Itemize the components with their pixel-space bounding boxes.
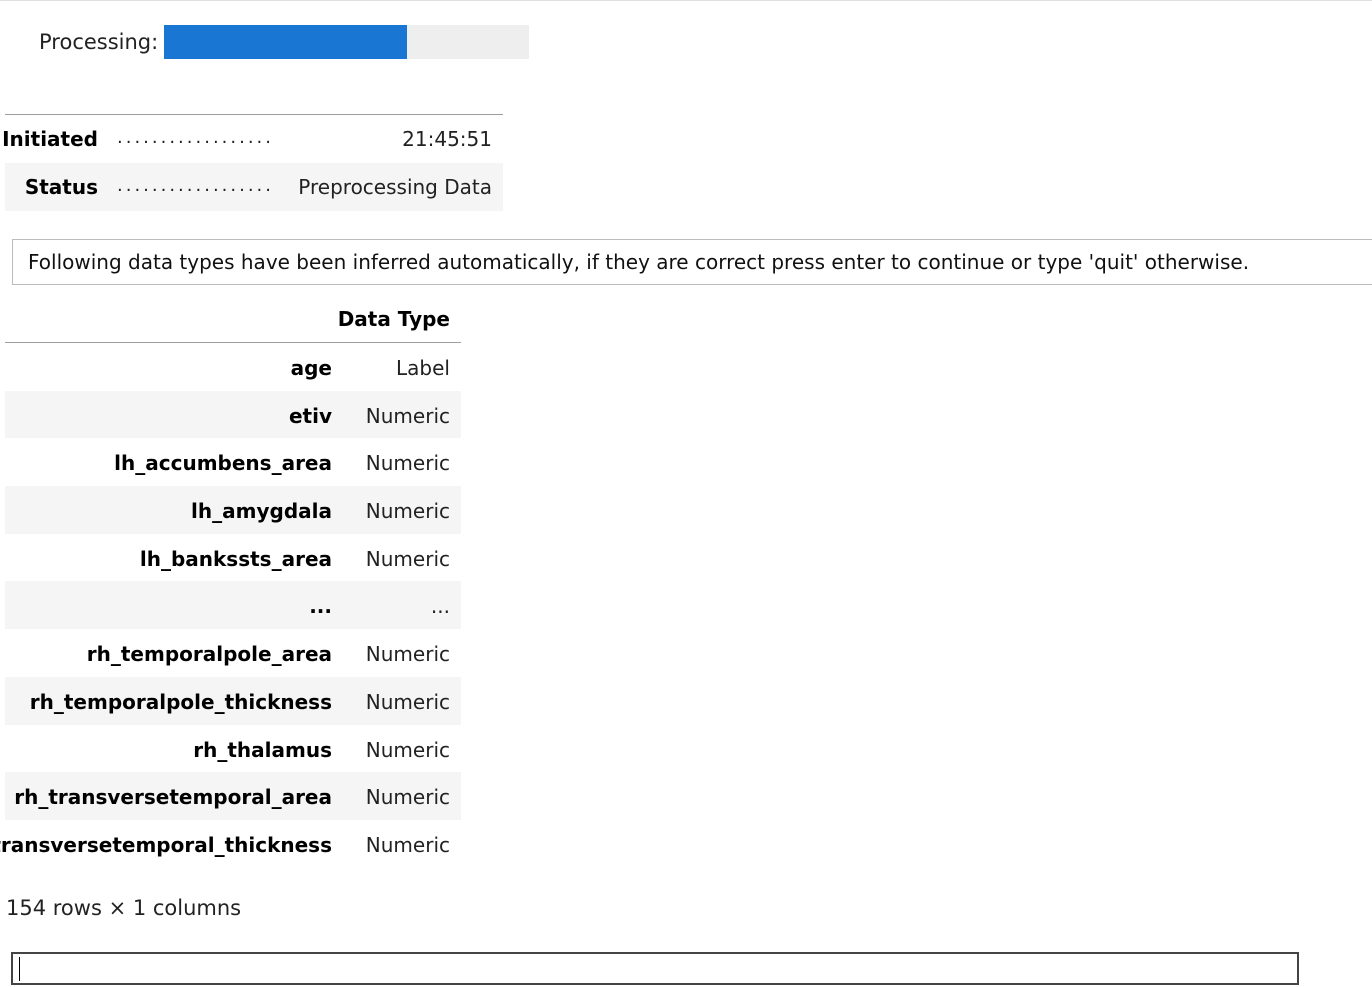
progress-bar [164, 25, 529, 59]
table-row: lh_bankssts_area Numeric [5, 534, 461, 582]
data-type-cell: Numeric [365, 499, 450, 524]
row-index-label: age [290, 356, 332, 380]
table-header: Data Type [5, 296, 461, 343]
data-type-cell: Label [396, 356, 450, 380]
dot-leader: .................. [117, 175, 274, 196]
table-row: age Label [5, 343, 461, 391]
row-index-label: lh_bankssts_area [139, 546, 332, 571]
status-value: Preprocessing Data [298, 175, 492, 199]
table-row: rh_temporalpole_thickness Numeric [5, 676, 461, 725]
table-row: rh_temporalpole_area Numeric [5, 629, 461, 677]
prompt-message-text: Following data types have been inferred … [28, 250, 1250, 274]
column-header-data-type: Data Type [337, 307, 450, 331]
dot-leader: .................. [117, 127, 274, 148]
row-index-label: etiv [288, 403, 332, 428]
status-key: Status [24, 175, 98, 199]
table-row: rh_transversetemporal_thickness Numeric [0, 820, 461, 868]
status-table: Initiated .................. 21:45:51 St… [2, 114, 503, 211]
row-index-label: lh_amygdala [191, 499, 332, 524]
data-type-cell: Numeric [365, 546, 450, 571]
data-type-cell: ... [430, 594, 450, 619]
data-type-cell: Numeric [365, 737, 450, 762]
table-row: lh_amygdala Numeric [5, 486, 461, 534]
row-index-label: rh_temporalpole_thickness [29, 689, 332, 714]
data-type-cell: Numeric [365, 785, 450, 810]
prompt-message: Following data types have been inferred … [12, 239, 1372, 285]
progress-bar-fill [164, 25, 408, 59]
row-count: 154 rows × 1 columns [6, 896, 242, 920]
table-row: rh_transversetemporal_area Numeric [5, 772, 461, 820]
data-type-cell: Numeric [365, 689, 450, 714]
data-type-cell: Numeric [365, 642, 450, 667]
stdin-input[interactable] [11, 952, 1299, 985]
row-index-label: rh_transversetemporal_thickness [0, 832, 332, 857]
row-index-label: ... [309, 594, 332, 619]
progress-label: Processing: [39, 30, 159, 54]
row-index-label: rh_transversetemporal_area [14, 785, 332, 810]
data-type-cell: Numeric [365, 403, 450, 428]
status-row-initiated: Initiated .................. 21:45:51 [2, 115, 503, 163]
table-row: etiv Numeric [5, 390, 461, 439]
table-row: ...... [5, 581, 461, 630]
top-divider [0, 0, 1372, 1]
text-caret [19, 957, 20, 981]
table-row: lh_accumbens_area Numeric [5, 438, 461, 486]
row-index-label: rh_thalamus [193, 737, 332, 762]
row-index-label: rh_temporalpole_area [86, 642, 332, 667]
status-value: 21:45:51 [402, 127, 492, 151]
data-type-cell: Numeric [365, 832, 450, 857]
row-index-label: lh_accumbens_area [114, 451, 332, 476]
table-row: rh_thalamus Numeric [5, 725, 461, 773]
status-row-status: Status .................. Preprocessing … [5, 163, 503, 211]
datatype-table: Data Type age Label etiv Numeric lh_accumben… [0, 296, 461, 868]
data-type-cell: Numeric [365, 451, 450, 476]
status-key: Initiated [2, 127, 98, 151]
table-body: age Label etiv Numeric lh_accumbens_area Nume… [0, 343, 461, 868]
